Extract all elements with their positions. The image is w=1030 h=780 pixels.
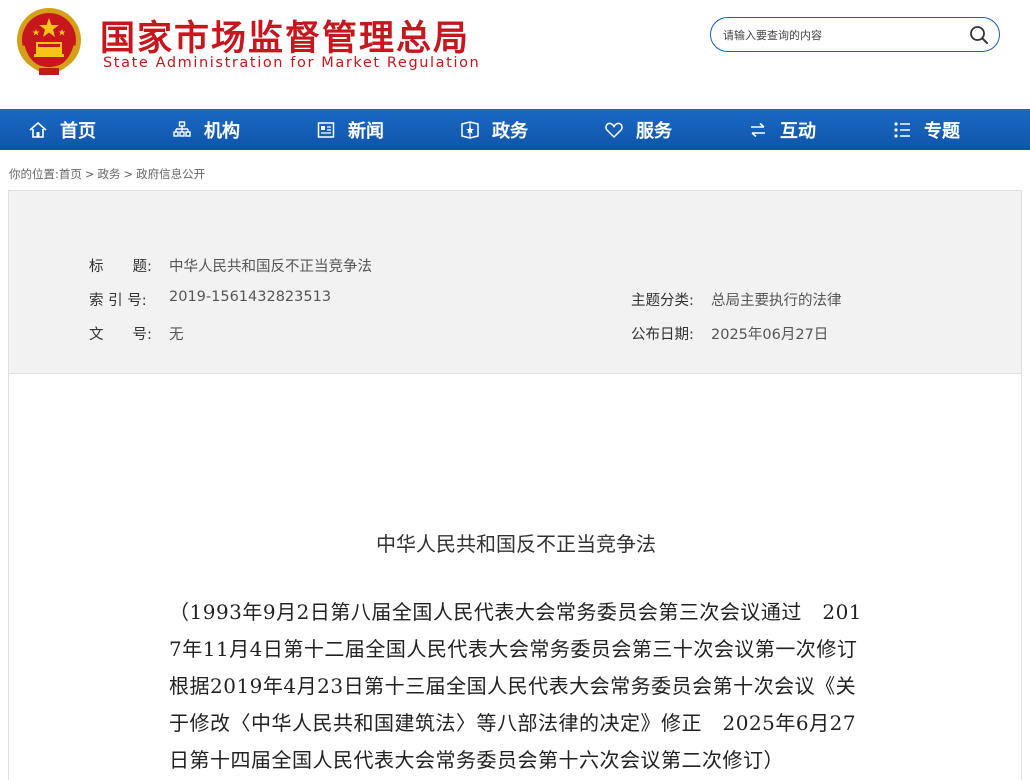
org-chart-icon <box>173 120 191 137</box>
title-label: 标 题: <box>89 259 152 275</box>
nav-label: 互动 <box>780 120 816 142</box>
national-emblem-icon[interactable] <box>14 6 84 78</box>
site-title[interactable]: 国家市场监督管理总局 <box>100 10 470 61</box>
nav-label: 新闻 <box>348 120 384 142</box>
publish-date-label: 公布日期: <box>631 327 694 343</box>
document-info-panel: 标 题: 中华人民共和国反不正当竞争法 索 引 号: 2019-15614328… <box>8 190 1022 374</box>
site-subtitle: State Administration for Market Regulati… <box>103 55 481 71</box>
main-nav: 首页 机构 新闻 政务 服务 互动 专题 <box>0 109 1030 150</box>
nav-label: 服务 <box>636 120 672 142</box>
category-value: 总局主要执行的法律 <box>711 293 842 309</box>
breadcrumb-prefix: 你的位置: <box>9 167 59 181</box>
nav-item-services[interactable]: 服务 <box>604 109 672 150</box>
gov-affairs-icon <box>461 120 479 139</box>
topic-list-icon <box>894 121 910 138</box>
category-label: 主题分类: <box>631 293 694 309</box>
search-input[interactable] <box>723 26 963 44</box>
nav-label: 专题 <box>924 120 960 142</box>
breadcrumb-separator: > <box>84 167 95 181</box>
nav-item-organization[interactable]: 机构 <box>172 109 240 150</box>
index-label: 索 引 号: <box>89 293 147 309</box>
home-icon <box>29 121 47 138</box>
search-box <box>710 17 1000 52</box>
nav-label: 首页 <box>60 120 96 142</box>
title-value: 中华人民共和国反不正当竞争法 <box>169 259 372 275</box>
document-revision-note: （1993年9月2日第八届全国人民代表大会常务委员会第三次会议通过 2017年1… <box>169 600 878 772</box>
document-content: 中华人民共和国反不正当竞争法 （1993年9月2日第八届全国人民代表大会常务委员… <box>8 374 1022 780</box>
search-icon[interactable] <box>969 25 989 45</box>
breadcrumb-gov-affairs[interactable]: 政务 <box>98 167 121 181</box>
nav-item-gov-affairs[interactable]: 政务 <box>460 109 528 150</box>
site-header: 国家市场监督管理总局 State Administration for Mark… <box>0 0 1030 109</box>
newspaper-icon <box>317 121 335 138</box>
breadcrumb-gov-info[interactable]: 政府信息公开 <box>136 167 205 181</box>
nav-label: 政务 <box>492 120 528 142</box>
index-value: 2019-1561432823513 <box>169 289 332 305</box>
document-title: 中华人民共和国反不正当竞争法 <box>376 532 656 556</box>
publish-date-value: 2025年06月27日 <box>711 327 829 343</box>
nav-item-home[interactable]: 首页 <box>28 109 96 150</box>
nav-item-interaction[interactable]: 互动 <box>748 109 816 150</box>
nav-item-topics[interactable]: 专题 <box>892 109 960 150</box>
docno-value: 无 <box>169 327 184 343</box>
breadcrumb-home[interactable]: 首页 <box>59 167 82 181</box>
docno-label: 文 号: <box>89 327 152 343</box>
exchange-arrows-icon <box>751 122 765 137</box>
nav-item-news[interactable]: 新闻 <box>316 109 384 150</box>
heart-icon <box>605 122 623 138</box>
breadcrumb-separator: > <box>123 167 134 181</box>
nav-label: 机构 <box>204 120 240 142</box>
breadcrumb: 你的位置:首页 > 政务 > 政府信息公开 <box>9 166 205 182</box>
